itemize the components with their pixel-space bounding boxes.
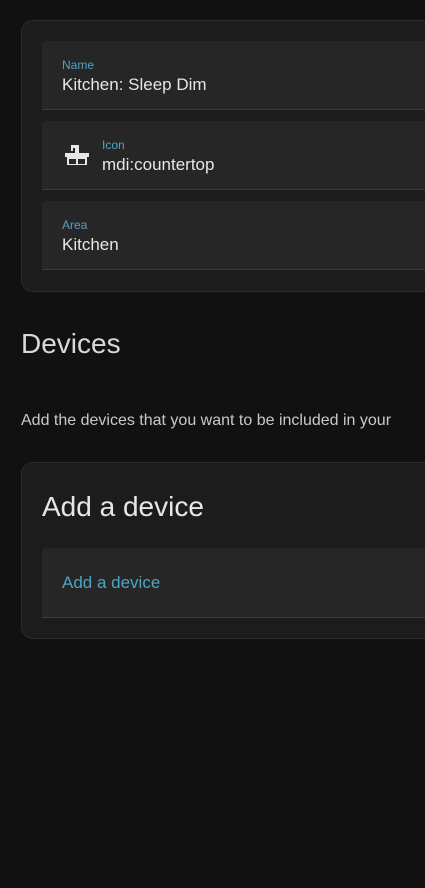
scene-details-card: Name Kitchen: Sleep Dim Icon mdi:counter… — [21, 20, 425, 292]
devices-section-title: Devices — [21, 328, 121, 359]
add-device-picker-placeholder: Add a device — [62, 573, 161, 592]
add-device-card: Add a device Add a device — [21, 462, 425, 639]
add-device-card-title: Add a device — [42, 491, 204, 522]
area-field[interactable]: Area Kitchen — [42, 201, 425, 270]
area-field-label: Area — [62, 218, 88, 232]
devices-section-description: Add the devices that you want to be incl… — [21, 412, 392, 429]
icon-field-label: Icon — [102, 138, 125, 152]
area-field-value[interactable]: Kitchen — [62, 235, 119, 255]
name-field-label: Name — [62, 58, 95, 72]
name-field-value[interactable]: Kitchen: Sleep Dim — [62, 75, 207, 95]
icon-field-value[interactable]: mdi:countertop — [102, 155, 214, 175]
add-device-picker[interactable]: Add a device — [42, 548, 425, 618]
icon-field[interactable]: Icon mdi:countertop — [42, 121, 425, 190]
scene-editor-page: Name Kitchen: Sleep Dim Icon mdi:counter… — [0, 0, 425, 888]
countertop-icon — [64, 142, 90, 168]
name-field[interactable]: Name Kitchen: Sleep Dim — [42, 41, 425, 110]
